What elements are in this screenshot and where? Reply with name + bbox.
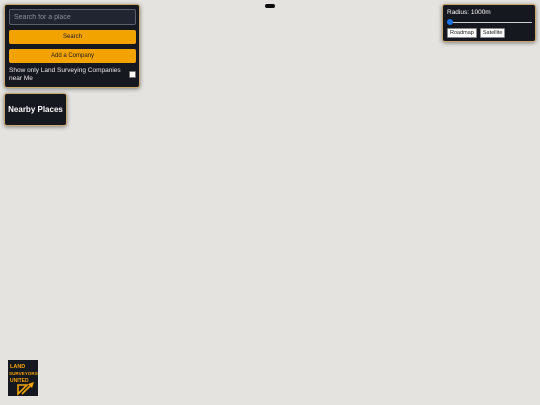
search-input[interactable] [9, 9, 136, 25]
filter-checkbox[interactable] [129, 71, 136, 78]
nearby-places-title: Nearby Places [8, 105, 63, 114]
search-button[interactable]: Search [9, 30, 136, 44]
search-panel: Search Add a Company Show only Land Surv… [4, 4, 140, 88]
logo-line-3: UNITED [10, 378, 29, 384]
map-type-toggle: Roadmap Satellite [447, 28, 531, 38]
land-surveyors-united-logo: LAND SURVEYORS UNITED [8, 360, 38, 396]
slider-track [447, 21, 532, 23]
satellite-button[interactable]: Satellite [479, 28, 506, 38]
slider-thumb[interactable] [447, 19, 453, 25]
radius-slider[interactable] [447, 19, 532, 25]
roadmap-button[interactable]: Roadmap [447, 28, 477, 38]
company-logo: LAND SURVEYORS UNITED [8, 360, 38, 396]
logo-line-1: LAND [10, 364, 25, 370]
radius-label: Radius: 1000m [447, 9, 491, 16]
nearby-places-panel[interactable]: Nearby Places [4, 93, 67, 126]
filter-label: Show only Land Surveying Companies near … [9, 67, 121, 82]
radius-panel: Radius: 1000m Roadmap Satellite [442, 4, 536, 42]
logo-line-2: SURVEYORS [9, 371, 38, 376]
add-company-button[interactable]: Add a Company [9, 49, 136, 63]
filter-row: Show only Land Surveying Companies near … [9, 67, 136, 82]
top-status-indicator [265, 4, 275, 8]
